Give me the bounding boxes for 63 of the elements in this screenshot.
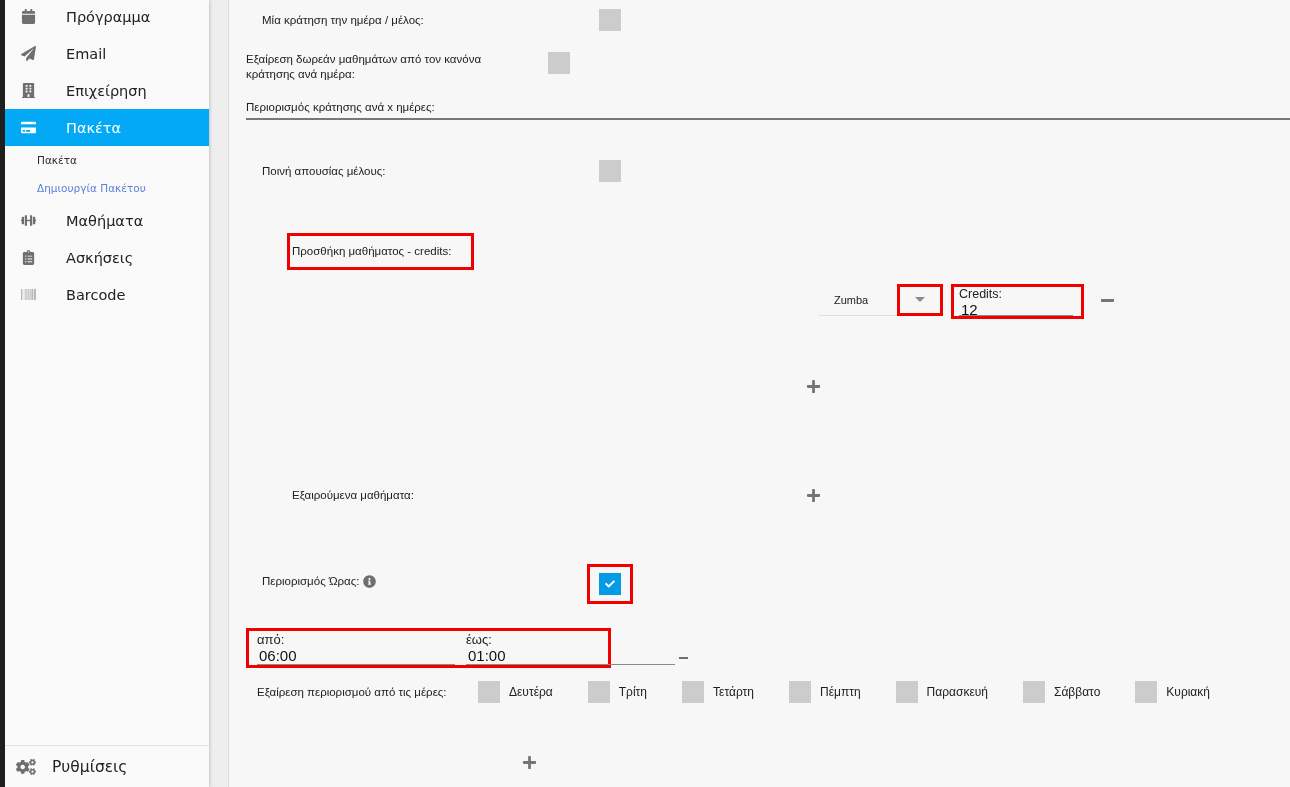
sidebar-item[interactable]: Ασκήσεις (5, 239, 209, 276)
day-label: Τρίτη (618, 685, 648, 699)
settings-button[interactable]: Ρυθμίσεις (5, 745, 209, 787)
day-label: Τετάρτη (713, 685, 754, 699)
building-icon (20, 83, 36, 98)
form-label: Εξαίρεση δωρεάν μαθημάτων από τον κανόνα κράτησης ανά ημέρα: (246, 52, 483, 82)
check-icon (605, 579, 615, 589)
time-input[interactable]: 01:00 (466, 647, 675, 663)
form-label: Περιορισμός Ώρας: (262, 574, 360, 589)
sidebar-item[interactable]: Πρόγραμμα (5, 0, 209, 35)
sidebar-item[interactable]: Επιχείρηση (5, 72, 209, 109)
field-label: έως: (466, 633, 492, 647)
plus-icon (806, 379, 821, 394)
checkbox[interactable] (478, 681, 500, 703)
calendar-icon (20, 9, 36, 24)
time-input[interactable]: 06:00 (257, 647, 455, 663)
day-label: Δευτέρα (509, 685, 553, 699)
day-label: Πέμπτη (820, 685, 861, 699)
checkbox[interactable] (789, 681, 811, 703)
lesson-select[interactable]: Zumba (819, 284, 943, 316)
checkbox[interactable] (587, 681, 610, 703)
credits-input[interactable]: 12 (959, 301, 1073, 318)
add-button[interactable] (806, 379, 821, 394)
add-button[interactable] (806, 487, 821, 503)
settings-icon (16, 756, 36, 777)
minus-icon (679, 657, 688, 659)
day-label: Κυριακή (1166, 685, 1210, 699)
day-label: Παρασκευή (926, 685, 988, 699)
checkbox[interactable] (1022, 681, 1045, 703)
plus-icon (806, 487, 821, 503)
plus-icon (522, 755, 537, 770)
checkbox[interactable] (895, 681, 918, 703)
day-label: Σάββατο (1053, 685, 1101, 699)
sidebar-item[interactable]: Μαθήματα (5, 202, 209, 239)
checkbox[interactable] (682, 681, 705, 703)
input-field[interactable]: Περιορισμός κράτησης ανά x ημέρες: (246, 96, 1290, 120)
time-field[interactable]: από: 06:00 (257, 633, 455, 665)
form-label: Εξαιρούμενα μαθήματα: (292, 487, 415, 503)
time-field[interactable]: έως: 01:00 (466, 633, 675, 665)
barcode-icon (20, 287, 36, 302)
sidebar-item[interactable]: Barcode (5, 276, 209, 313)
dumbbell-icon (20, 213, 36, 228)
checkbox[interactable] (599, 573, 621, 595)
form-label: Εξαίρεση περιορισμού από τις μέρες: (257, 684, 448, 700)
sidebar-item[interactable]: Email (5, 35, 209, 72)
caret-down-icon (915, 297, 925, 302)
form-label: Ποινή απουσίας μέλους: (262, 163, 387, 179)
field-label: Credits: (959, 288, 1003, 302)
clipboard-icon (20, 250, 36, 265)
add-button[interactable] (522, 755, 537, 770)
info-icon (363, 575, 377, 588)
credit-card-icon (20, 120, 36, 135)
submenu-item[interactable]: Δημιουργία Πακέτου (5, 174, 209, 202)
credits-field[interactable]: Credits: 12 (959, 288, 1073, 316)
checkbox[interactable] (599, 9, 621, 31)
submenu-item[interactable]: Πακέτα (5, 146, 209, 174)
field-label: από: (257, 633, 285, 647)
checkbox[interactable] (548, 52, 570, 74)
form-label: Μία κράτηση την ημέρα / μέλος: (262, 12, 425, 28)
form-label: Προσθήκη μαθήματος - credits: (292, 244, 452, 259)
checkbox[interactable] (599, 160, 621, 182)
checkbox[interactable] (1135, 681, 1158, 703)
paper-plane-icon (20, 46, 36, 61)
